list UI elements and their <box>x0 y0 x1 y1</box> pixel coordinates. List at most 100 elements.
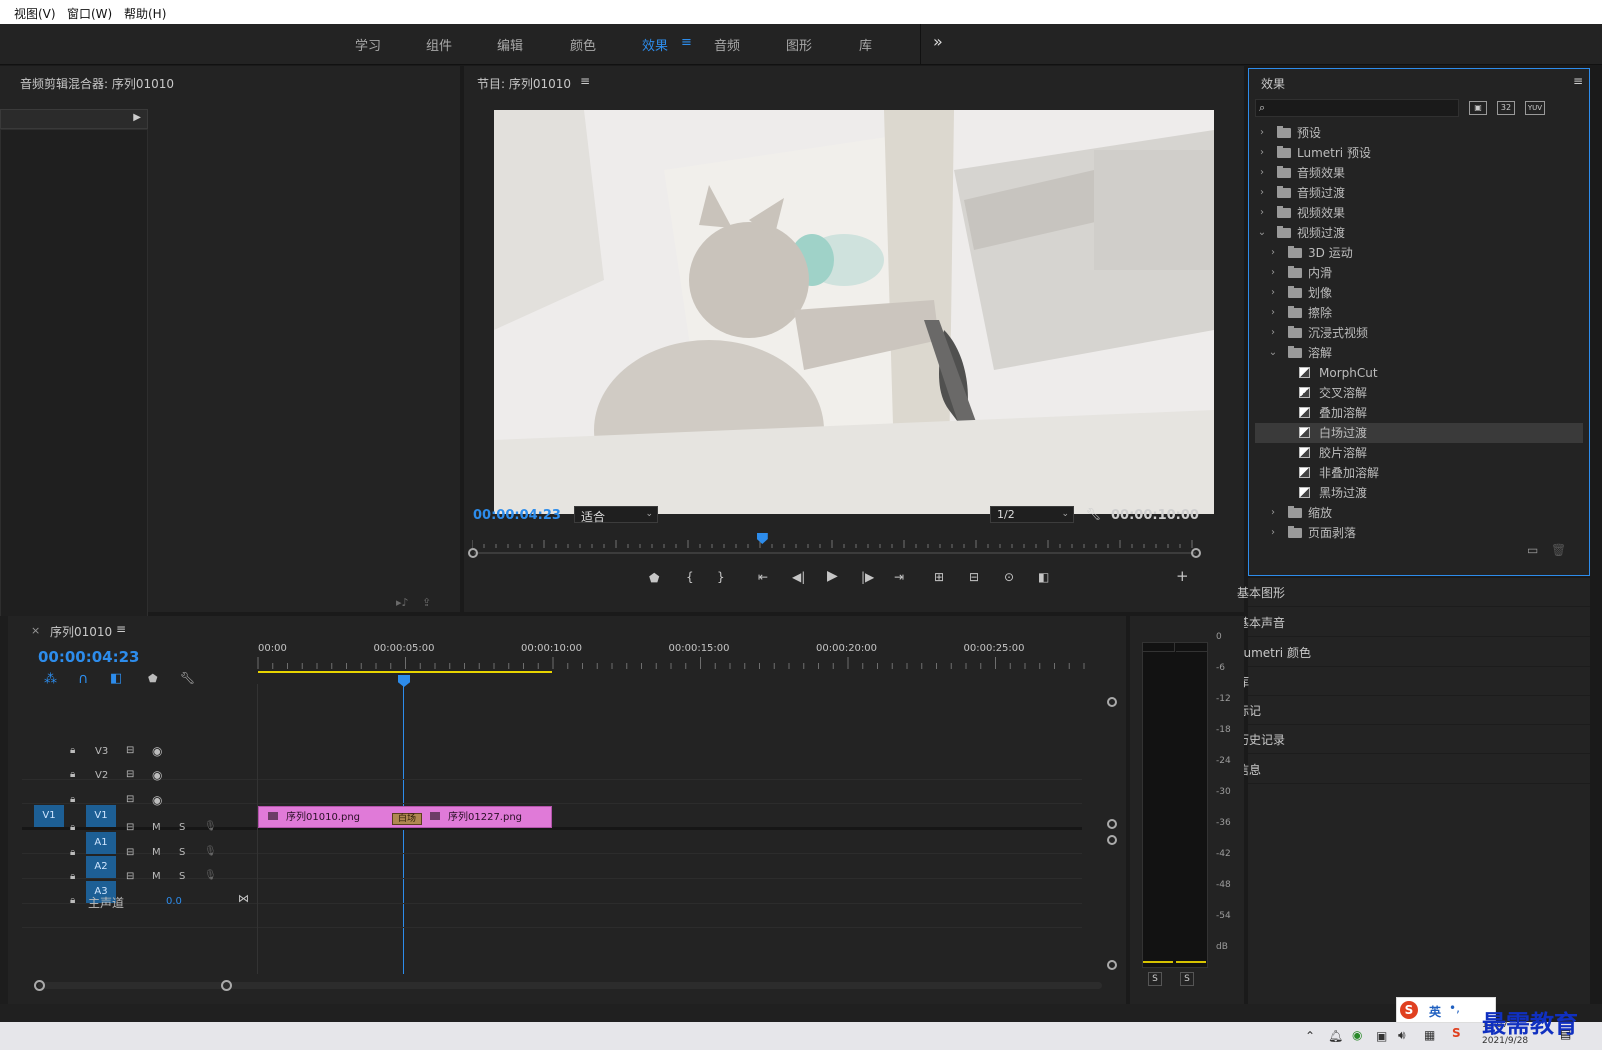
master-volume-value[interactable]: 0.0 <box>166 896 182 907</box>
workspace-assemble[interactable]: 组件 <box>426 35 452 54</box>
menu-window[interactable]: 窗口(W) <box>67 5 112 22</box>
export-icon[interactable]: ⇪ <box>422 596 431 609</box>
export-frame-camera-icon[interactable]: ⊙ <box>1004 571 1014 583</box>
mark-in-icon[interactable]: { <box>686 571 694 583</box>
solo-left-button[interactable]: S <box>1148 972 1162 986</box>
side-panel-tab[interactable]: Lumetri 颜色 <box>1237 644 1311 661</box>
go-to-position-icon[interactable]: ⋈ <box>238 892 249 905</box>
chevron-right-icon[interactable]: › <box>1257 203 1267 223</box>
mute-button[interactable]: M <box>152 822 161 833</box>
time-ruler[interactable]: 00:00 00:00:05:00 00:00:10:00 00:00:15:00 00… <box>256 643 1101 673</box>
lock-icon[interactable]: 🔒︎ <box>70 822 75 833</box>
source-patch-v1[interactable]: V1 <box>34 805 64 827</box>
workspace-graphics[interactable]: 图形 <box>786 35 812 54</box>
zoom-handle-left[interactable] <box>468 548 478 558</box>
step-forward-icon[interactable]: |▶ <box>861 571 874 583</box>
playhead-handle[interactable] <box>398 675 410 687</box>
effects-tree-item[interactable]: 交叉溶解 <box>1255 383 1583 403</box>
eye-icon[interactable]: ◉ <box>152 744 162 758</box>
volume-icon[interactable]: 🔊︎ <box>1398 1028 1406 1043</box>
panel-menu-icon[interactable]: ≡ <box>580 74 590 88</box>
chevron-right-icon[interactable]: › <box>1268 283 1278 303</box>
effects-tree-item[interactable]: ⌄ 视频过渡 <box>1255 223 1583 243</box>
solo-right-button[interactable]: S <box>1180 972 1194 986</box>
side-panel-tab[interactable]: 历史记录 <box>1237 731 1285 748</box>
play-icon[interactable]: ▶ <box>827 569 838 583</box>
ime-mode-icon[interactable]: ▦ <box>1424 1028 1435 1042</box>
workspace-learn[interactable]: 学习 <box>355 35 381 54</box>
fit-select[interactable]: 适合 ⌄ <box>574 506 658 524</box>
v-scroll-handle-top[interactable] <box>1107 697 1117 707</box>
chevron-down-icon[interactable]: ⌄ <box>1257 223 1267 243</box>
lock-icon[interactable]: 🔒︎ <box>70 745 75 756</box>
nest-icon[interactable]: ⁂ <box>44 672 57 687</box>
effects-tree-item[interactable]: ⌄ 溶解 <box>1255 343 1583 363</box>
go-to-out-icon[interactable]: ⇥ <box>894 571 904 583</box>
effects-tree-item[interactable]: › 音频过渡 <box>1255 183 1583 203</box>
side-panel-tab[interactable]: 基本图形 <box>1237 584 1285 601</box>
workspace-effects[interactable]: 效果 <box>642 35 668 54</box>
peak-left[interactable] <box>1143 643 1175 652</box>
chevron-right-icon[interactable]: › <box>1268 263 1278 283</box>
solo-button[interactable]: S <box>179 822 185 833</box>
transition-white-flash[interactable]: 白场 <box>392 813 422 825</box>
sync-lock-icon[interactable]: ⊟ <box>126 745 134 756</box>
sequence-tab-title[interactable]: 序列01010 <box>50 623 112 640</box>
program-mini-ruler[interactable] <box>471 536 1202 558</box>
sync-lock-icon[interactable]: ⊟ <box>126 822 134 833</box>
track-label-v2[interactable]: V2 <box>95 770 108 781</box>
effects-tree-item[interactable]: › 视频效果 <box>1255 203 1583 223</box>
mark-out-icon[interactable]: } <box>717 571 725 583</box>
sync-lock-icon[interactable]: ⊟ <box>126 794 134 805</box>
track-target-a2[interactable]: A2 <box>86 856 116 878</box>
workspace-color[interactable]: 颜色 <box>570 35 596 54</box>
sogou-icon[interactable]: S <box>1452 1026 1461 1040</box>
32bit-effects-icon[interactable]: 32 <box>1497 101 1515 115</box>
microphone-icon[interactable]: 🎙︎ <box>204 846 217 857</box>
extract-icon[interactable]: ⊟ <box>969 571 979 583</box>
add-marker-icon[interactable]: ⬟ <box>148 672 158 685</box>
work-area-bar[interactable] <box>258 671 552 673</box>
effects-tree-item[interactable]: › 划像 <box>1255 283 1583 303</box>
track-master[interactable] <box>22 904 1082 928</box>
lock-icon[interactable]: 🔒︎ <box>70 769 75 780</box>
lift-icon[interactable]: ⊞ <box>934 571 944 583</box>
effects-tree-item[interactable]: 白场过渡 <box>1255 423 1583 443</box>
chevron-right-icon[interactable]: › <box>1257 163 1267 183</box>
tools-strip[interactable] <box>0 616 8 1004</box>
add-marker-icon[interactable]: ⬟ <box>649 572 659 584</box>
workspace-edit[interactable]: 编辑 <box>497 35 523 54</box>
clip-1[interactable]: 序列01010.png <box>268 808 360 826</box>
zoom-scrollbar[interactable] <box>474 552 1196 554</box>
yuv-effects-icon[interactable]: YUV <box>1525 101 1545 115</box>
effects-tree-item[interactable]: › 预设 <box>1255 123 1583 143</box>
effects-tree-item[interactable]: › 3D 运动 <box>1255 243 1583 263</box>
effects-tree-item[interactable]: › 内滑 <box>1255 263 1583 283</box>
lock-icon[interactable]: 🔒︎ <box>70 871 75 882</box>
mute-button[interactable]: M <box>152 871 161 882</box>
notification-bell-icon[interactable]: 🔔︎ <box>1328 1029 1343 1043</box>
current-timecode[interactable]: 00:00:04:23 <box>473 508 561 523</box>
effects-tree-item[interactable]: › 缩放 <box>1255 503 1583 523</box>
new-bin-icon[interactable]: ▭ <box>1527 543 1538 557</box>
track-target-v1[interactable]: V1 <box>86 805 116 827</box>
a-scroll-handle-top[interactable] <box>1107 835 1117 845</box>
linked-selection-icon[interactable]: ◧ <box>110 671 122 686</box>
sync-lock-icon[interactable]: ⊟ <box>126 769 134 780</box>
effects-tree-item[interactable]: › 页面剥落 <box>1255 523 1583 543</box>
chevron-right-icon[interactable]: › <box>1257 143 1267 163</box>
hamburger-icon[interactable]: ≡ <box>681 35 692 50</box>
effects-tree-item[interactable]: › 擦除 <box>1255 303 1583 323</box>
timeline-timecode[interactable]: 00:00:04:23 <box>38 648 140 666</box>
add-button-icon[interactable]: + <box>1176 569 1189 584</box>
zoom-handle-left[interactable] <box>34 980 45 991</box>
track-target-a1[interactable]: A1 <box>86 832 116 854</box>
chevron-right-icon[interactable]: › <box>1268 323 1278 343</box>
lock-icon[interactable]: 🔒︎ <box>70 847 75 858</box>
panel-menu-icon[interactable]: ≡ <box>116 622 126 636</box>
audio-keyframe-icon[interactable]: ▸♪ <box>396 596 409 609</box>
play-triangle-icon[interactable]: ▶ <box>133 112 141 123</box>
more-workspaces-icon[interactable]: » <box>933 32 943 51</box>
chevron-right-icon[interactable]: › <box>1268 243 1278 263</box>
chevron-right-icon[interactable]: › <box>1268 503 1278 523</box>
